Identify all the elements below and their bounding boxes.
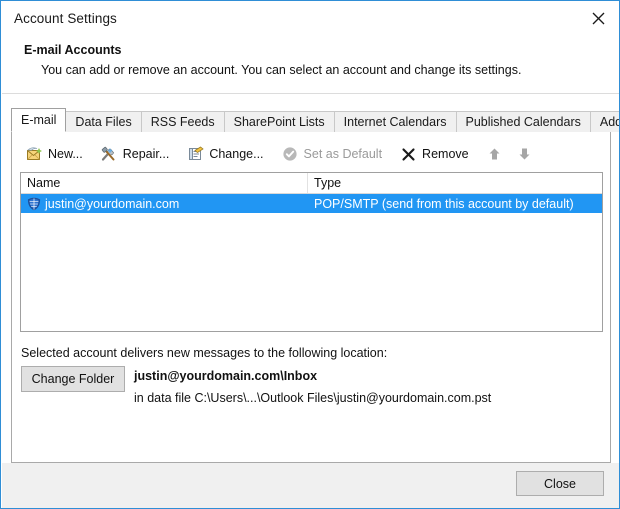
- tab-address-books[interactable]: Address Books: [589, 111, 619, 132]
- new-mail-icon: [25, 145, 43, 163]
- tab-strip: E-mail Data Files RSS Feeds SharePoint L…: [11, 108, 619, 132]
- repair-button-label: Repair...: [122, 147, 170, 161]
- repair-tools-icon: [100, 145, 118, 163]
- set-as-default-label: Set as Default: [303, 147, 383, 161]
- header-divider: [2, 93, 619, 94]
- column-header-name[interactable]: Name: [21, 173, 308, 193]
- header-title: E-mail Accounts: [24, 43, 122, 57]
- arrow-up-icon: [486, 145, 504, 163]
- window-title: Account Settings: [14, 11, 117, 26]
- account-settings-dialog: Account Settings E-mail Accounts You can…: [0, 0, 620, 509]
- tab-rss-feeds[interactable]: RSS Feeds: [140, 111, 225, 132]
- tab-email[interactable]: E-mail: [11, 108, 67, 132]
- header-subtitle: You can add or remove an account. You ca…: [41, 63, 522, 77]
- close-button[interactable]: Close: [516, 471, 604, 496]
- check-circle-icon: [281, 145, 299, 163]
- dialog-header: E-mail Accounts You can add or remove an…: [2, 35, 619, 93]
- accounts-list-header: Name Type: [21, 173, 602, 194]
- accounts-toolbar: New... Repair... Change... Set as Defaul…: [20, 141, 541, 167]
- x-remove-icon: [399, 145, 417, 163]
- remove-button[interactable]: Remove: [394, 141, 477, 167]
- arrow-down-icon: [516, 145, 534, 163]
- tab-data-files[interactable]: Data Files: [65, 111, 142, 132]
- title-bar: Account Settings: [2, 2, 619, 35]
- account-name-text: justin@yourdomain.com: [45, 196, 180, 211]
- new-button-label: New...: [48, 147, 83, 161]
- change-settings-icon: [186, 145, 204, 163]
- tab-page-email: New... Repair... Change... Set as Defaul…: [11, 131, 611, 463]
- remove-button-label: Remove: [422, 147, 469, 161]
- move-up-button[interactable]: [481, 141, 509, 167]
- set-as-default-button[interactable]: Set as Default: [276, 141, 391, 167]
- dialog-footer: Close: [2, 463, 619, 508]
- accounts-list[interactable]: Name Type justin@yourdomain.com POP/SMTP…: [20, 172, 603, 332]
- delivery-location-label: Selected account delivers new messages t…: [21, 346, 388, 360]
- account-shield-icon: [27, 197, 41, 211]
- account-type-cell: POP/SMTP (send from this account by defa…: [314, 196, 574, 211]
- table-row[interactable]: justin@yourdomain.com POP/SMTP (send fro…: [21, 194, 602, 213]
- tab-sharepoint-lists[interactable]: SharePoint Lists: [223, 111, 335, 132]
- delivery-data-file: in data file C:\Users\...\Outlook Files\…: [134, 391, 492, 405]
- new-button[interactable]: New...: [20, 141, 91, 167]
- change-button[interactable]: Change...: [181, 141, 271, 167]
- change-button-label: Change...: [209, 147, 264, 161]
- account-name-cell: justin@yourdomain.com: [21, 197, 308, 211]
- repair-button[interactable]: Repair...: [95, 141, 178, 167]
- move-down-button[interactable]: [511, 141, 539, 167]
- column-header-type[interactable]: Type: [308, 173, 602, 193]
- tab-internet-calendars[interactable]: Internet Calendars: [333, 111, 457, 132]
- delivery-path: justin@yourdomain.com\Inbox: [134, 369, 318, 383]
- tab-published-calendars[interactable]: Published Calendars: [455, 111, 591, 132]
- change-folder-button[interactable]: Change Folder: [21, 366, 125, 392]
- close-icon[interactable]: [576, 2, 619, 35]
